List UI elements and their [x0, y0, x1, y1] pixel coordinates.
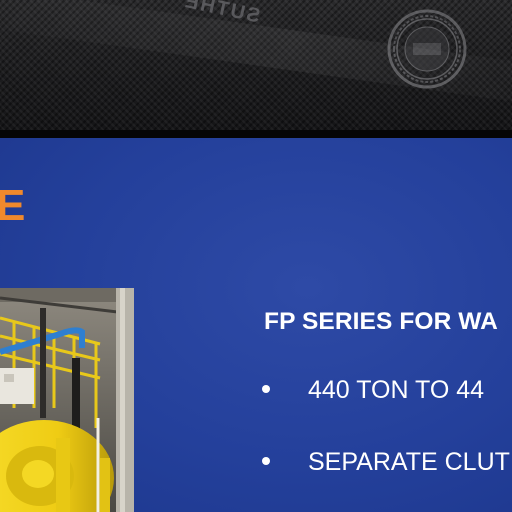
carbon-fiber-header: SUTHE: [0, 0, 512, 134]
seal-logo-icon: [387, 9, 467, 89]
brand-watermark-text: SUTHE: [181, 0, 262, 28]
slide-heading: FP SERIES FOR WA: [264, 308, 498, 335]
bullet-text: 440 TON TO 44: [308, 376, 485, 404]
header-divider: [0, 130, 512, 138]
blue-slide-panel: E FP SERIES FOR WA 440 TON TO 44 SEPARAT…: [0, 138, 512, 512]
slide-screenshot: SUTHE E FP SERIES FOR WA 440 TON TO 44 S…: [0, 0, 512, 512]
bullet-icon: [262, 457, 270, 466]
bullet-icon: [262, 385, 270, 394]
slide-title-fragment: E: [0, 181, 26, 230]
bullet-item: 440 TON TO 44: [262, 376, 484, 405]
machine-photo: [0, 288, 134, 512]
bullet-item: SEPARATE CLUT: [262, 448, 510, 477]
press-machine-illustration: [0, 288, 134, 512]
bullet-text: SEPARATE CLUT: [308, 448, 510, 476]
